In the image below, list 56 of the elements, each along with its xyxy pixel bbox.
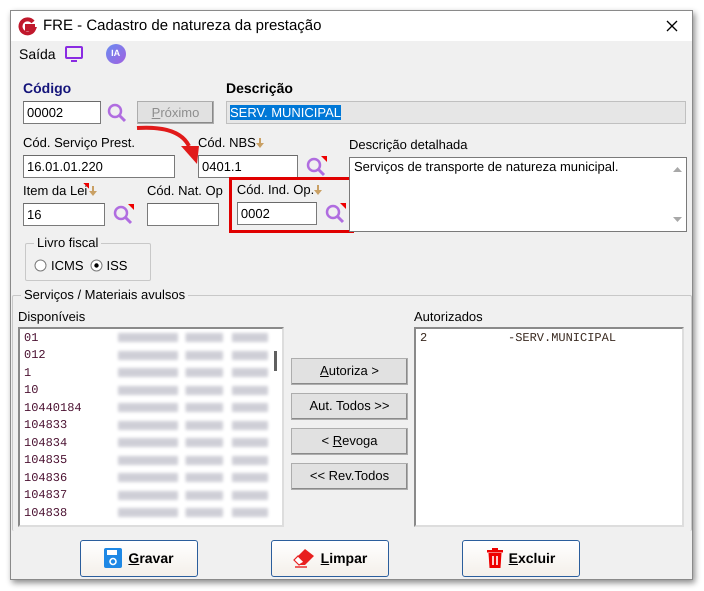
- clear-button[interactable]: Limpar: [271, 540, 389, 576]
- window-title: FRE - Cadastro de natureza da prestação: [43, 16, 322, 36]
- field-label: Descrição: [226, 80, 293, 96]
- list-item-code[interactable]: 01: [24, 329, 94, 347]
- list-label: Disponíveis: [18, 308, 86, 324]
- field-label: Cód. NBS: [198, 134, 256, 150]
- field-label: Cód. Ind. Op.: [236, 182, 314, 198]
- delete-button[interactable]: Excluir: [462, 540, 580, 576]
- textarea-text: Serviços de transporte de natureza municipal.: [353, 158, 620, 176]
- list-item-code[interactable]: 104834: [24, 434, 94, 452]
- list-item-code[interactable]: 104837: [24, 486, 94, 504]
- detail-textarea[interactable]: Serviços de transporte de natureza municipal.: [349, 156, 687, 232]
- radio-label[interactable]: ICMS: [51, 256, 84, 275]
- ai-badge[interactable]: IA: [106, 44, 126, 64]
- code-field[interactable]: 00002: [23, 101, 101, 124]
- field-label: Descrição detalhada: [349, 136, 468, 152]
- search-icon[interactable]: [304, 154, 328, 178]
- input-field[interactable]: 16: [23, 203, 105, 226]
- input-field[interactable]: 0002: [236, 202, 317, 225]
- list-item-code[interactable]: 104836: [24, 468, 94, 487]
- available-list[interactable]: 01 012 1 10 10440184 104833 104834 104835 104836 104837 104838: [18, 327, 284, 527]
- logo-icon: [17, 16, 37, 36]
- list-item-code[interactable]: 104835: [24, 451, 94, 470]
- radio-label[interactable]: ISS: [106, 256, 128, 275]
- trash-icon: [486, 548, 503, 568]
- close-icon[interactable]: [666, 20, 678, 32]
- transfer-button[interactable]: Aut. Todos >>: [291, 392, 408, 420]
- list-item-code[interactable]: 1: [24, 364, 94, 382]
- group-label: Serviços / Materiais avulsos: [21, 286, 188, 302]
- field-label: Cód. Serviço Prest.: [23, 134, 135, 150]
- list-item-code[interactable]: 104838: [24, 504, 94, 522]
- radio-button[interactable]: [90, 258, 102, 272]
- input-field[interactable]: 0401.1: [198, 155, 298, 178]
- authorized-list[interactable]: 2 -SERV.MUNICIPAL: [414, 327, 684, 527]
- menu-item[interactable]: Saída: [19, 44, 56, 64]
- list-item-code[interactable]: 10: [24, 381, 94, 400]
- radio-button[interactable]: [34, 258, 47, 272]
- input-field[interactable]: 16.01.01.220: [23, 154, 175, 178]
- list-item-code[interactable]: 012: [24, 346, 94, 364]
- list-item-code[interactable]: 104833: [24, 416, 94, 434]
- list-label: Autorizados: [414, 308, 483, 324]
- transfer-button[interactable]: < Revoga: [291, 428, 408, 454]
- transfer-button[interactable]: Autoriza >: [291, 358, 408, 384]
- list-item-code[interactable]: 10440184: [24, 398, 94, 417]
- transfer-button[interactable]: << Rev.Todos: [291, 462, 408, 490]
- list-item[interactable]: 2 -SERV.MUNICIPAL: [416, 329, 682, 346]
- eraser-icon: [292, 548, 315, 568]
- group-label: Livro fiscal: [34, 234, 102, 250]
- field-label: Item da Lei: [23, 182, 88, 198]
- field-label: Cód. Nat. Op: [147, 182, 223, 198]
- search-icon[interactable]: [111, 202, 135, 226]
- description-field[interactable]: SERV. MUNICIPAL: [226, 100, 686, 124]
- monitor-icon[interactable]: [64, 45, 84, 63]
- input-field[interactable]: [147, 202, 219, 226]
- field-label: Código: [23, 80, 72, 96]
- save-button[interactable]: Gravar: [80, 540, 198, 576]
